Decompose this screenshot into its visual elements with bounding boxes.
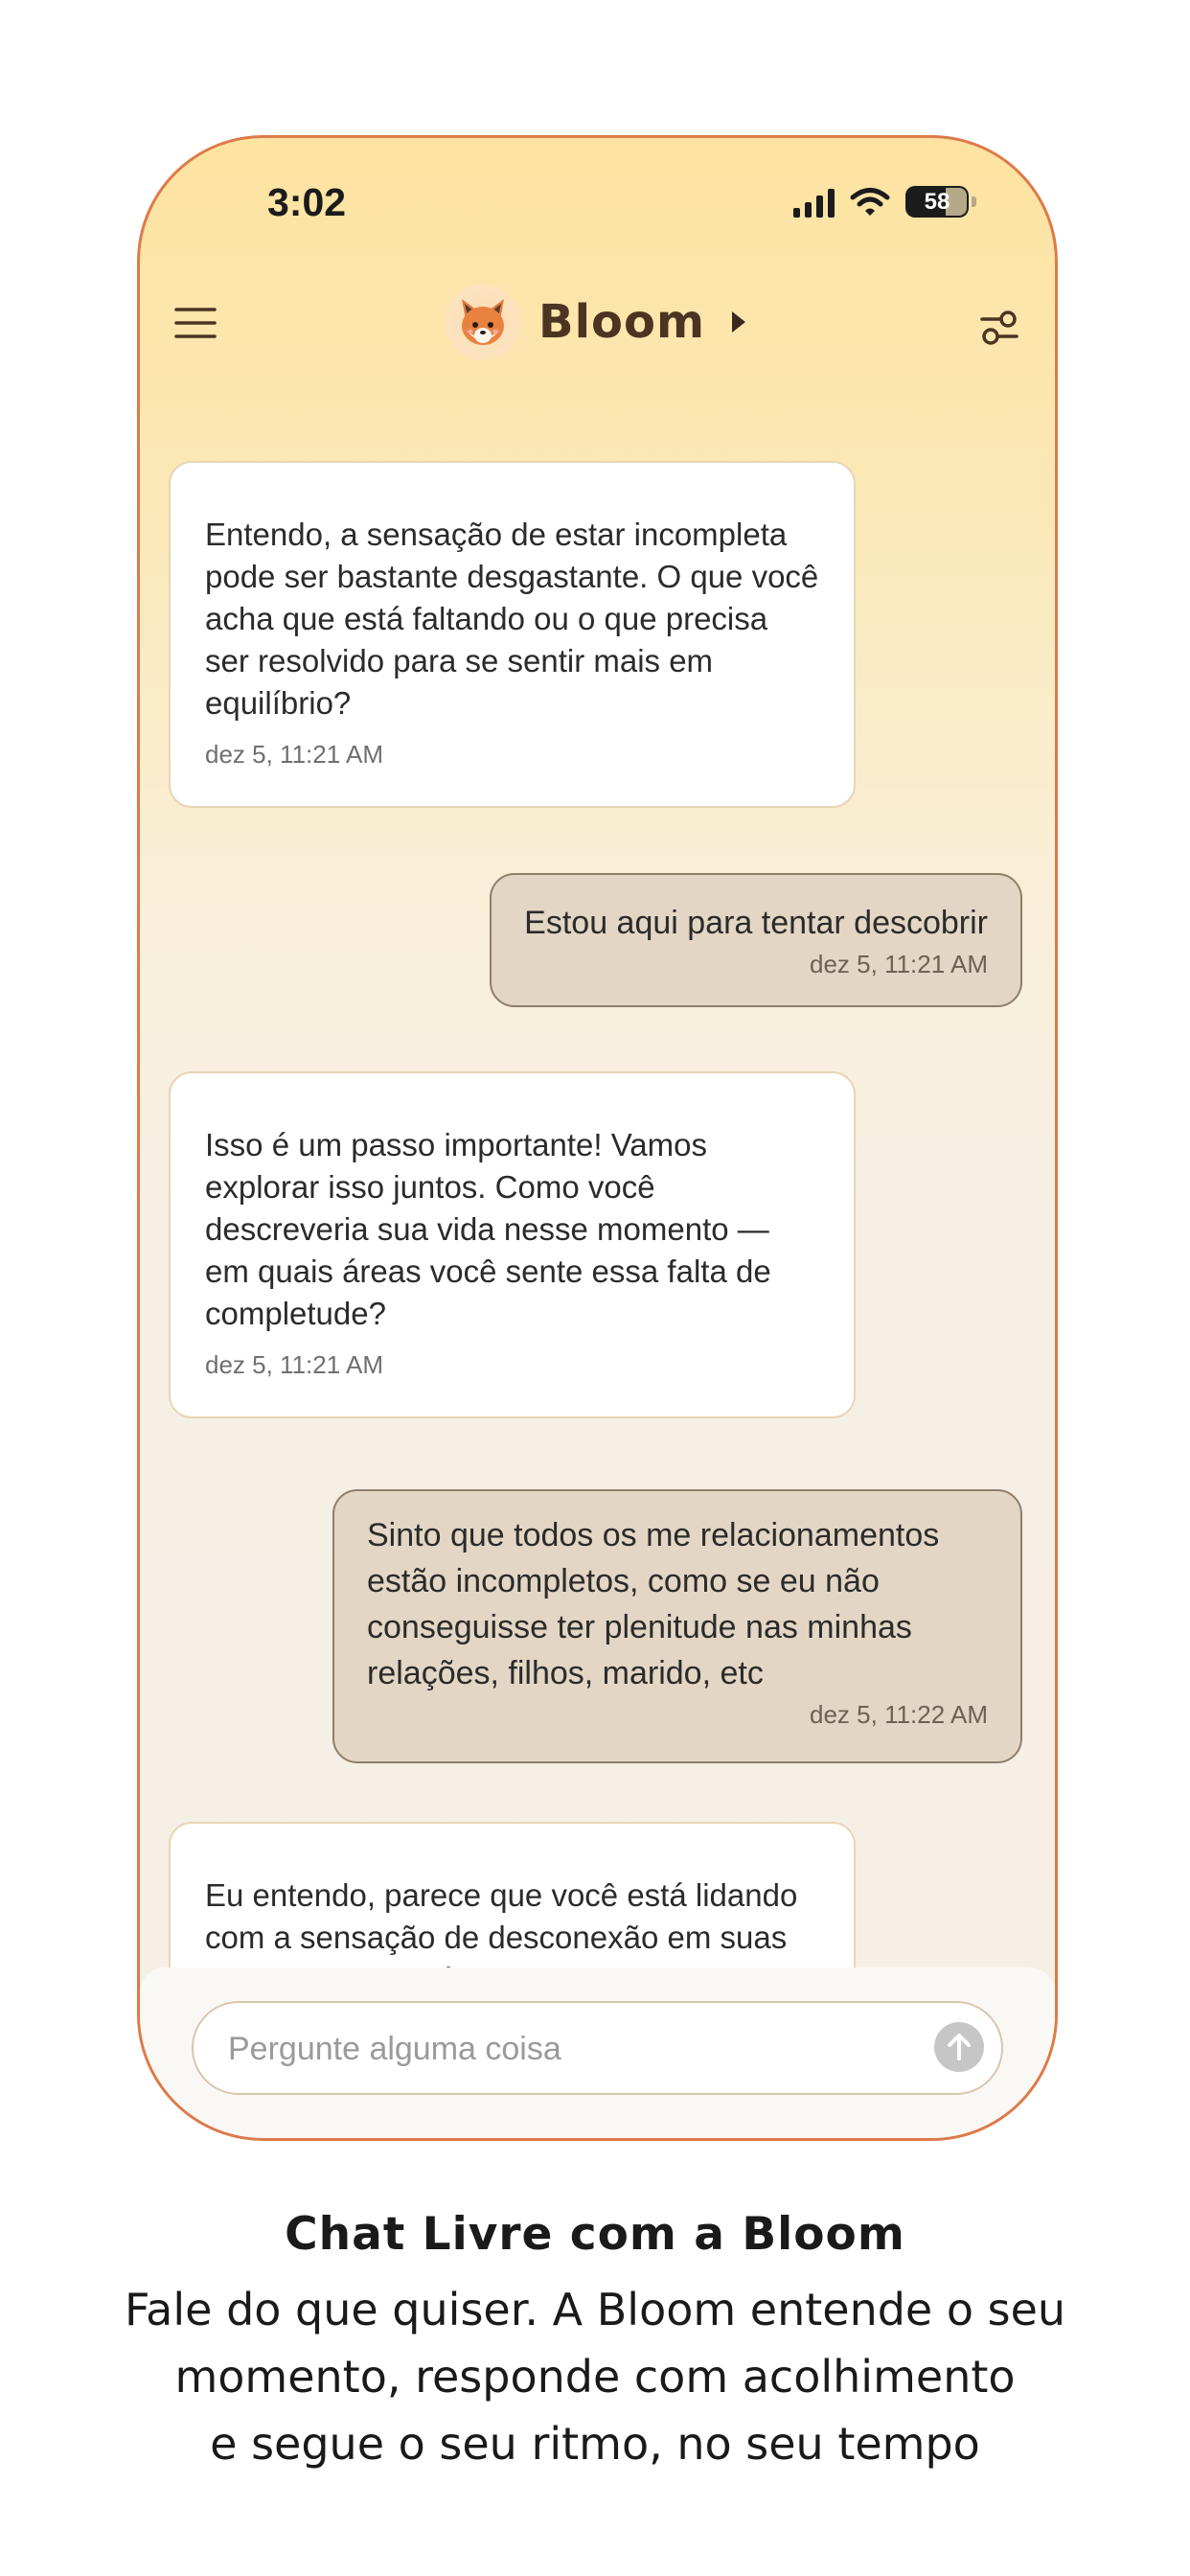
phone-frame: 3:02 58 Bloom Entendo, a sensação de est… (137, 135, 1058, 2141)
message-text: Estou aqui para tentar descobrir (524, 905, 988, 941)
arrow-up-icon (948, 2034, 971, 2060)
message-text: Entendo, a sensação de estar incompleta … (205, 517, 819, 721)
message-input-box[interactable] (192, 2001, 1003, 2095)
user-message: Estou aqui para tentar descobrir dez 5, … (490, 873, 1022, 1007)
message-time: dez 5, 11:21 AM (205, 740, 383, 769)
bot-message: Eu entendo, parece que você está lidando… (169, 1822, 856, 1973)
composer-area (140, 1967, 1055, 2138)
caption-title: Chat Livre com a Bloom (285, 2208, 905, 2261)
message-time: dez 5, 11:22 AM (810, 1700, 988, 1729)
message-time: dez 5, 11:21 AM (810, 950, 988, 978)
message-input[interactable] (226, 2003, 901, 2095)
message-text: Isso é um passo importante! Vamos explor… (205, 1127, 771, 1331)
message-time: dez 5, 11:21 AM (205, 1350, 383, 1379)
bot-message: Entendo, a sensação de estar incompleta … (169, 461, 856, 808)
message-text: Eu entendo, parece que você está lidando… (205, 1877, 798, 1973)
caption-description: Fale do que quiser. A Bloom entende o se… (0, 2276, 1190, 2477)
user-message: Sinto que todos os me relacionamentos es… (332, 1489, 1022, 1763)
chat-messages[interactable]: Entendo, a sensação de estar incompleta … (140, 138, 1055, 1973)
caption-line: e segue o seu ritmo, no seu tempo (210, 2418, 980, 2470)
caption-line: Fale do que quiser. A Bloom entende o se… (124, 2284, 1066, 2335)
caption-line: momento, responde com acolhimento (174, 2351, 1016, 2403)
bot-message: Isso é um passo importante! Vamos explor… (169, 1071, 856, 1418)
send-button[interactable] (934, 2022, 984, 2072)
message-text: Sinto que todos os me relacionamentos es… (367, 1517, 940, 1691)
